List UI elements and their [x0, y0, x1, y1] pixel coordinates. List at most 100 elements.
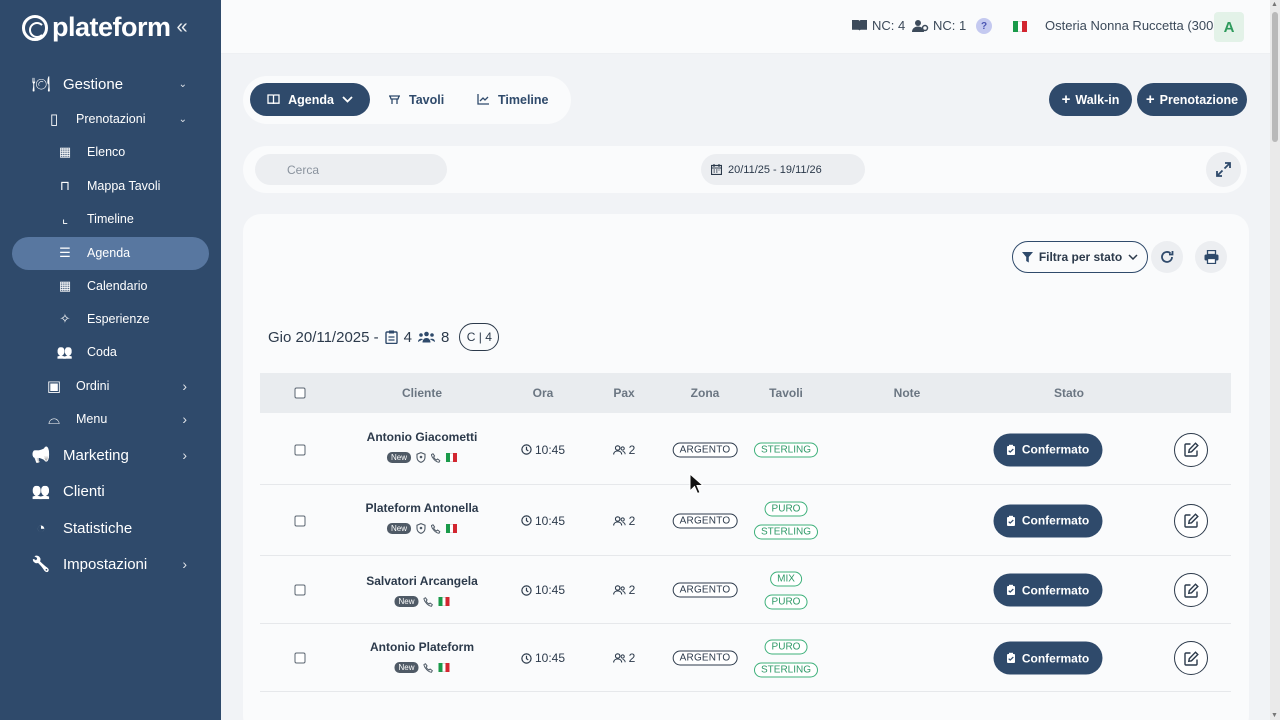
date-range-picker[interactable]: 20/11/25 - 19/11/26 — [701, 154, 865, 185]
status-confirmed-button[interactable]: Confermato — [993, 573, 1103, 607]
reservation-pax: 2 — [613, 651, 635, 665]
status-confirmed-button[interactable]: Confermato — [993, 433, 1103, 466]
refresh-button[interactable] — [1151, 241, 1183, 273]
book-open-icon — [267, 94, 280, 105]
sidebar-item-label: Calendario — [87, 279, 148, 293]
table-row[interactable]: Plateform Antonella New 10:45 2 ARGENTO PUR… — [260, 485, 1231, 556]
status-confirmed-button[interactable]: Confermato — [993, 641, 1103, 675]
restaurant-name[interactable]: Osteria Nonna Ruccetta (3003) — [1045, 18, 1225, 33]
client-name[interactable]: Antonio Plateform — [370, 640, 474, 654]
fullscreen-button[interactable] — [1206, 152, 1241, 187]
edit-reservation-button[interactable] — [1174, 573, 1208, 607]
edit-reservation-button[interactable] — [1174, 432, 1208, 467]
reservation-time: 10:45 — [521, 583, 565, 597]
avatar[interactable]: A — [1214, 12, 1244, 42]
col-cliente[interactable]: Cliente — [402, 386, 442, 400]
row-checkbox[interactable] — [294, 444, 306, 455]
sidebar-item-impostazioni[interactable]: 🔧 Impostazioni › — [0, 554, 221, 574]
new-reservation-button[interactable]: + Prenotazione — [1137, 83, 1247, 116]
col-tavoli[interactable]: Tavoli — [769, 386, 803, 400]
zone-tag: ARGENTO — [672, 582, 738, 598]
status-label: Confermato — [1021, 513, 1090, 528]
restaurant-icon: 🍽 — [31, 76, 51, 93]
zone-tag: ARGENTO — [672, 650, 738, 666]
row-checkbox[interactable] — [294, 652, 306, 664]
client-name[interactable]: Plateform Antonella — [366, 501, 479, 515]
table-icon — [389, 95, 400, 104]
sidebar-item-clienti[interactable]: 👥 Clienti — [0, 481, 221, 501]
scrollbar-thumb[interactable] — [1272, 12, 1278, 142]
collapse-sidebar-icon[interactable]: « — [177, 16, 188, 39]
edit-reservation-button[interactable] — [1174, 641, 1208, 675]
col-pax[interactable]: Pax — [613, 386, 634, 400]
sidebar-item-calendario[interactable]: ▦ Calendario — [0, 276, 221, 296]
language-selector[interactable] — [1013, 21, 1028, 32]
sidebar-item-mappa-tavoli[interactable]: ⊓ Mappa Tavoli — [0, 176, 221, 196]
scroll-down-icon[interactable]: ▼ — [1271, 712, 1278, 719]
page-scrollbar[interactable]: ▲ ▼ — [1270, 0, 1280, 720]
tab-timeline[interactable]: Timeline — [477, 83, 548, 116]
time-value: 10:45 — [534, 513, 566, 528]
edit-icon — [1183, 650, 1199, 666]
tab-agenda[interactable]: Agenda — [250, 83, 370, 116]
sidebar-item-statistiche[interactable]: ◔ Statistiche — [0, 518, 221, 538]
sidebar-item-elenco[interactable]: ▦ Elenco — [0, 142, 221, 162]
table-row[interactable]: Antonio Giacometti New 10:45 2 ARGENTO STER… — [260, 414, 1231, 485]
nc-reservations-indicator[interactable]: NC: 4 — [851, 18, 905, 33]
tab-tavoli[interactable]: Tavoli — [388, 83, 444, 116]
sidebar-item-marketing[interactable]: 📢 Marketing › — [0, 445, 221, 465]
clients-icon: 👥 — [31, 483, 51, 500]
status-confirmed-button[interactable]: Confermato — [993, 504, 1103, 537]
chevron-down-icon[interactable]: ⌄ — [179, 114, 187, 125]
sidebar-item-agenda[interactable]: ☰ Agenda — [0, 243, 221, 263]
edit-reservation-button[interactable] — [1174, 503, 1208, 538]
chevron-right-icon[interactable]: › — [182, 556, 187, 572]
covers-pill[interactable]: C | 4 — [459, 323, 500, 351]
select-all-checkbox[interactable] — [294, 387, 306, 399]
sidebar-item-coda[interactable]: 👥 Coda — [0, 342, 221, 362]
reservation-pax: 2 — [613, 443, 635, 457]
pie-chart-icon: ◔ — [36, 519, 46, 537]
help-button[interactable]: ? — [976, 18, 992, 34]
row-checkbox[interactable] — [294, 515, 306, 526]
sidebar-item-prenotazioni[interactable]: ▯ Prenotazioni ⌄ — [0, 109, 221, 129]
cash-register-icon: ▣ — [46, 378, 62, 395]
edit-icon — [1183, 513, 1199, 528]
client-badges: New — [386, 523, 458, 534]
col-zona[interactable]: Zona — [691, 386, 720, 400]
walk-in-button[interactable]: + Walk-in — [1049, 83, 1132, 116]
sidebar-item-ordini[interactable]: ▣ Ordini › — [0, 376, 221, 396]
clipboard-icon — [384, 330, 398, 344]
client-name[interactable]: Salvatori Arcangela — [366, 574, 478, 588]
clock-icon — [521, 584, 532, 596]
sidebar-item-label: Statistiche — [63, 519, 133, 537]
chevron-right-icon[interactable]: › — [182, 378, 187, 394]
phone-icon — [431, 452, 441, 463]
phone-icon — [423, 662, 433, 673]
table-row[interactable]: Salvatori Arcangela New 10:45 2 ARGENTO MIX… — [260, 556, 1231, 624]
col-ora[interactable]: Ora — [533, 386, 554, 400]
star-hand-icon: ✧ — [59, 311, 71, 326]
chevron-right-icon[interactable]: › — [182, 447, 187, 463]
status-label: Confermato — [1021, 442, 1090, 457]
sidebar-item-menu[interactable]: ⌓ Menu › — [0, 409, 221, 429]
sidebar-item-gestione[interactable]: 🍽 Gestione ⌄ — [0, 74, 221, 94]
clock-icon — [521, 515, 532, 526]
status-filter-dropdown[interactable]: Filtra per stato — [1012, 241, 1148, 273]
chevron-down-icon[interactable]: ⌄ — [179, 79, 187, 90]
print-button[interactable] — [1195, 241, 1227, 273]
search-input[interactable] — [255, 154, 447, 185]
col-stato[interactable]: Stato — [1054, 386, 1084, 400]
scroll-up-icon[interactable]: ▲ — [1271, 1, 1278, 8]
clock-icon — [521, 652, 532, 664]
col-note[interactable]: Note — [894, 386, 921, 400]
table-row[interactable]: Antonio Plateform New 10:45 2 ARGENTO PURO S… — [260, 624, 1231, 692]
row-checkbox[interactable] — [294, 584, 306, 596]
sidebar-item-timeline[interactable]: ⌞ Timeline — [0, 209, 221, 229]
sidebar-item-esperienze[interactable]: ✧ Esperienze — [0, 309, 221, 329]
nc-users-indicator[interactable]: NC: 1 — [912, 18, 966, 33]
logo[interactable]: plateform « — [22, 12, 188, 43]
date-range-label: 20/11/25 - 19/11/26 — [728, 163, 822, 176]
client-name[interactable]: Antonio Giacometti — [367, 430, 478, 444]
chevron-right-icon[interactable]: › — [182, 411, 187, 427]
